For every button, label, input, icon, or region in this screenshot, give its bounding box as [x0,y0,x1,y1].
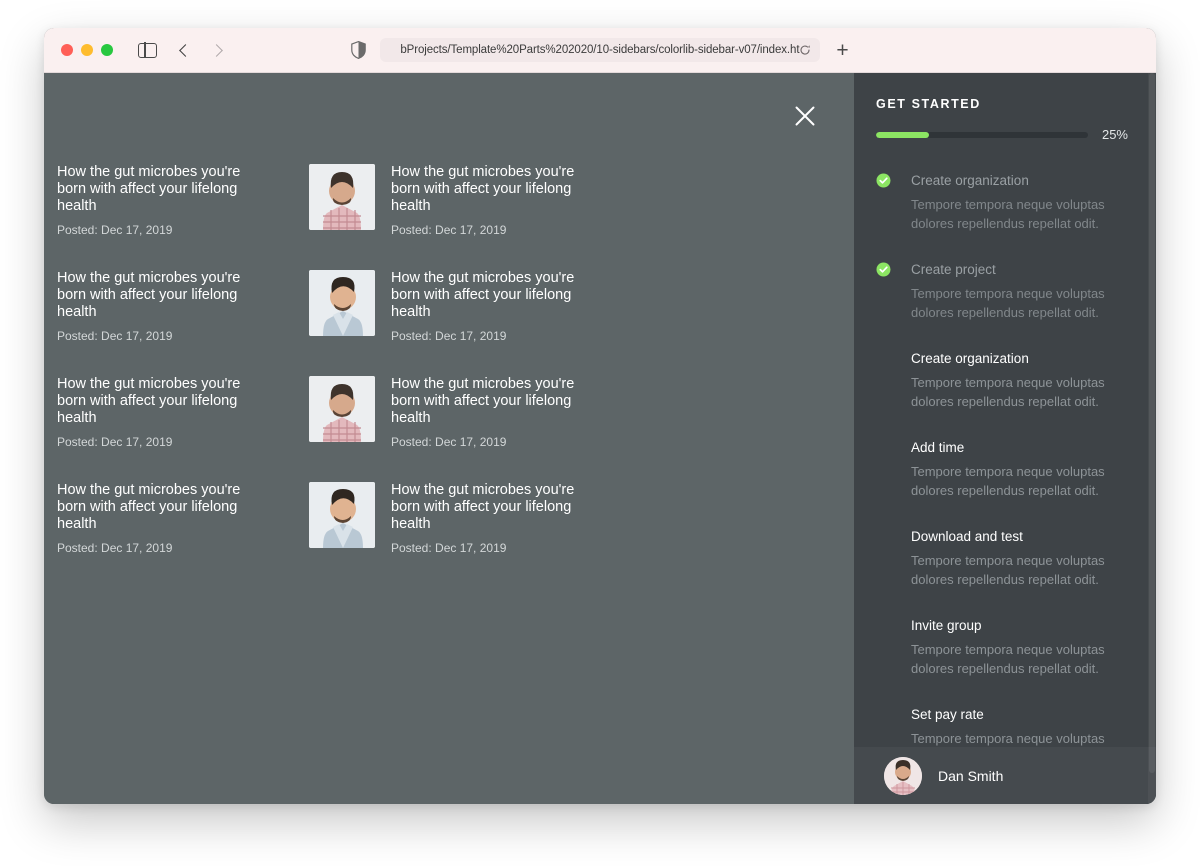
close-window-button[interactable] [61,44,73,56]
task-description: Tempore tempora neque voluptas dolores r… [911,286,1105,320]
sidebar-toggle-icon[interactable] [138,41,157,59]
article-body: How the gut microbes you're born with af… [391,270,606,343]
list-item[interactable]: Add time Tempore tempora neque voluptas … [876,439,1128,500]
article-date: Posted: Dec 17, 2019 [391,541,507,555]
article-title: How the gut microbes you're born with af… [391,270,575,320]
article-body: How the gut microbes you're born with af… [391,482,606,555]
article-body: How the gut microbes you're born with af… [57,270,272,343]
task-title: Create project [911,262,996,277]
progress-percent-label: 25% [1101,127,1128,142]
sidebar-scrollbar[interactable] [1148,73,1156,804]
article-title: How the gut microbes you're born with af… [57,482,241,532]
task-list: Create organization Tempore tempora nequ… [876,172,1128,767]
list-item[interactable]: How the gut microbes you're born with af… [309,468,757,574]
get-started-sidebar: GET STARTED 25% Create organization Temp… [854,73,1156,804]
check-circle-icon [876,173,891,188]
article-date: Posted: Dec 17, 2019 [391,435,507,449]
progress-row: 25% [876,127,1128,142]
url-text: bProjects/Template%20Parts%202020/10-sid… [400,44,801,56]
list-item[interactable]: Create project Tempore tempora neque vol… [876,261,1128,322]
task-description: Tempore tempora neque voluptas dolores r… [911,375,1105,409]
list-item[interactable]: Download and test Tempore tempora neque … [876,528,1128,589]
list-item[interactable]: Invite group Tempore tempora neque volup… [876,617,1128,678]
avatar [884,756,922,795]
page-body: How the gut microbes you're born with af… [44,73,1156,804]
check-circle-icon [876,262,891,277]
user-name: Dan Smith [938,767,1004,784]
main-content: How the gut microbes you're born with af… [44,73,854,804]
list-item[interactable]: How the gut microbes you're born with af… [57,150,309,256]
article-date: Posted: Dec 17, 2019 [57,541,173,555]
task-title: Create organization [911,173,1029,188]
list-item[interactable]: How the gut microbes you're born with af… [309,150,757,256]
address-bar[interactable]: bProjects/Template%20Parts%202020/10-sid… [380,38,821,62]
shield-icon[interactable] [351,41,367,59]
list-item[interactable]: How the gut microbes you're born with af… [309,362,757,468]
articles-grid: How the gut microbes you're born with af… [57,150,757,574]
article-thumbnail [309,164,375,230]
list-item[interactable]: Create organization Tempore tempora nequ… [876,172,1128,233]
task-title: Add time [911,440,965,455]
list-item[interactable]: How the gut microbes you're born with af… [57,256,309,362]
article-title: How the gut microbes you're born with af… [57,164,241,214]
article-title: How the gut microbes you're born with af… [391,482,575,532]
article-body: How the gut microbes you're born with af… [57,164,272,237]
reload-icon[interactable] [799,44,811,56]
list-item[interactable]: How the gut microbes you're born with af… [57,468,309,574]
task-description: Tempore tempora neque voluptas dolores r… [911,197,1105,231]
task-title: Invite group [911,618,982,633]
navigation-arrows [179,43,223,57]
user-footer-bar[interactable]: Dan Smith [854,747,1156,804]
task-description: Tempore tempora neque voluptas dolores r… [911,464,1105,498]
maximize-window-button[interactable] [101,44,113,56]
list-item[interactable]: Create organization Tempore tempora nequ… [876,350,1128,411]
article-body: How the gut microbes you're born with af… [391,164,606,237]
browser-toolbar: bProjects/Template%20Parts%202020/10-sid… [44,28,1156,73]
article-date: Posted: Dec 17, 2019 [57,223,173,237]
task-title: Set pay rate [911,707,984,722]
task-title: Download and test [911,529,1023,544]
article-thumbnail [309,270,375,336]
article-date: Posted: Dec 17, 2019 [391,223,507,237]
sidebar-scrollbar-thumb[interactable] [1149,73,1155,773]
list-item[interactable]: How the gut microbes you're born with af… [309,256,757,362]
article-body: How the gut microbes you're born with af… [57,482,272,555]
article-body: How the gut microbes you're born with af… [391,376,606,449]
window-controls [61,44,113,56]
article-date: Posted: Dec 17, 2019 [391,329,507,343]
minimize-window-button[interactable] [81,44,93,56]
browser-window: bProjects/Template%20Parts%202020/10-sid… [44,28,1156,804]
progress-bar [876,131,1088,138]
new-tab-button[interactable]: + [836,40,848,61]
forward-arrow-icon[interactable] [210,43,223,57]
close-icon[interactable] [792,103,818,129]
task-title: Create organization [911,351,1029,366]
article-title: How the gut microbes you're born with af… [391,164,575,214]
back-arrow-icon[interactable] [179,43,192,57]
progress-bar-fill [876,131,929,138]
article-title: How the gut microbes you're born with af… [57,270,241,320]
article-title: How the gut microbes you're born with af… [57,376,241,426]
article-thumbnail [309,376,375,442]
article-body: How the gut microbes you're born with af… [57,376,272,449]
task-description: Tempore tempora neque voluptas dolores r… [911,553,1105,587]
article-title: How the gut microbes you're born with af… [391,376,575,426]
list-item[interactable]: How the gut microbes you're born with af… [57,362,309,468]
task-description: Tempore tempora neque voluptas dolores r… [911,642,1105,676]
article-date: Posted: Dec 17, 2019 [57,435,173,449]
sidebar-scroll-area: GET STARTED 25% Create organization Temp… [854,73,1156,804]
article-date: Posted: Dec 17, 2019 [57,329,173,343]
sidebar-heading: GET STARTED [876,97,981,111]
article-thumbnail [309,482,375,548]
